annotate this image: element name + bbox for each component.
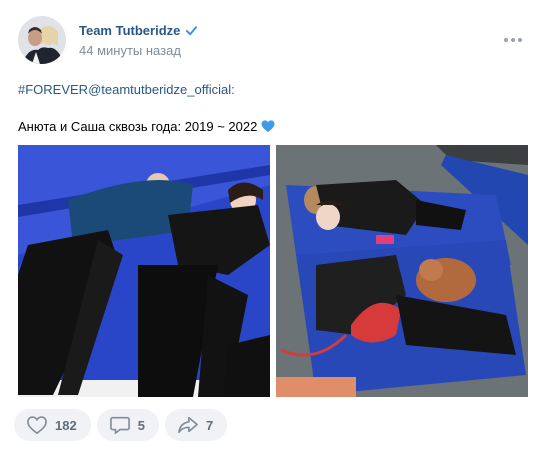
hashtag-link[interactable]: #FOREVER: [18, 82, 88, 97]
comment-count: 5: [137, 417, 145, 433]
caption-text: Анюта и Саша сквозь года: 2019 ~ 2022: [18, 119, 258, 134]
wall-post: Team Tutberidze 44 минуты назад #FOREVER…: [0, 0, 539, 449]
blue-heart-icon: [261, 120, 275, 133]
verified-icon: [186, 26, 198, 36]
avatar[interactable]: [18, 16, 66, 64]
post-text-line-1: #FOREVER@teamtutberidze_official:: [18, 82, 235, 97]
post-photo-1[interactable]: [18, 145, 270, 397]
like-count: 182: [55, 417, 77, 433]
author-name[interactable]: Team Tutberidze: [79, 23, 198, 38]
share-button[interactable]: 7: [164, 409, 228, 441]
comment-button[interactable]: 5: [96, 409, 159, 441]
post-caption: Анюта и Саша сквозь года: 2019 ~ 2022: [18, 119, 275, 134]
comment-icon: [109, 416, 130, 434]
like-button[interactable]: 182: [14, 409, 91, 441]
post-photo-2[interactable]: [276, 145, 528, 397]
like-icon: [27, 416, 47, 435]
more-icon[interactable]: [503, 34, 523, 46]
post-actions: 182 5 7: [14, 409, 228, 441]
share-icon: [178, 416, 198, 434]
share-count: 7: [205, 417, 214, 433]
mention-suffix: :: [231, 82, 235, 97]
post-timestamp[interactable]: 44 минуты назад: [79, 43, 181, 58]
author-name-text[interactable]: Team Tutberidze: [79, 23, 180, 38]
mention-link[interactable]: @teamtutberidze_official: [88, 82, 231, 97]
